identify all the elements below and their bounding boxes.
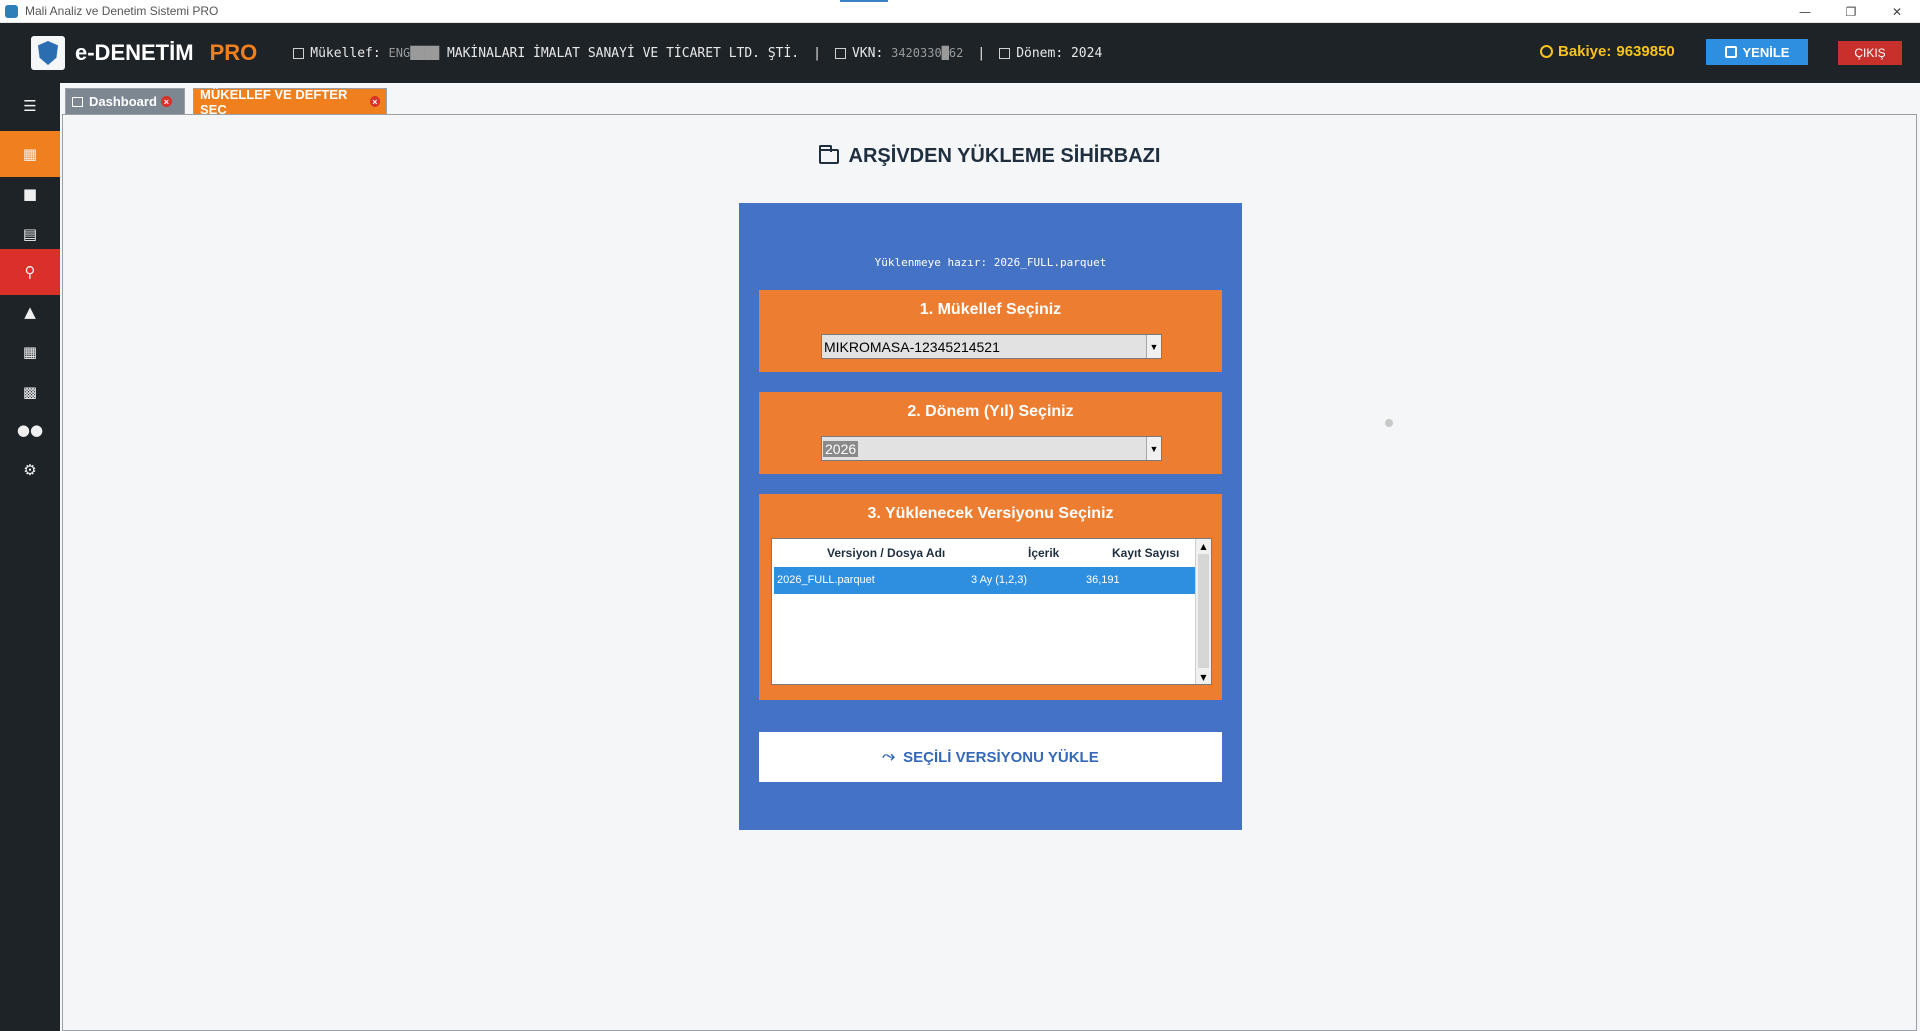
mukellef-redacted: ENG████ [388, 46, 440, 60]
step-versiyon: 3. Yüklenecek Versiyonu Seçiniz Versiyon… [759, 494, 1222, 700]
donem-select[interactable]: 2026 ▼ [821, 436, 1162, 461]
exit-button[interactable]: ÇIKIŞ [1838, 41, 1902, 65]
sidebar-item-settings[interactable]: ⚙ [0, 447, 60, 493]
version-table: Versiyon / Dosya Adı İçerik Kayıt Sayısı… [771, 538, 1212, 685]
step-label: 2. Dönem (Yıl) Seçiniz [907, 403, 1074, 420]
mukellef-name: MAKİNALARI İMALAT SANAYİ VE TİCARET LTD.… [446, 45, 800, 61]
window-controls: — ❐ ✕ [1782, 0, 1920, 23]
table-row[interactable]: 2026_FULL.parquet 3 Ay (1,2,3) 36,191 [774, 567, 1195, 594]
app-icon [5, 4, 18, 18]
calendar-icon [999, 47, 1011, 59]
settings-icon: ⚙ [23, 461, 37, 479]
wizard-panel: Yüklenmeye hazır: 2026_FULL.parquet 1. M… [739, 203, 1242, 830]
scroll-down-icon[interactable]: ▼ [1196, 670, 1211, 684]
header-info: Mükellef: ENG████ MAKİNALARI İMALAT SANA… [293, 46, 1102, 61]
tab-label: Dashboard [89, 94, 157, 109]
users-icon: ●● [16, 421, 44, 439]
search-icon: ⚲ [24, 263, 36, 281]
building-icon [293, 47, 305, 59]
tab-label: MÜKELLEF VE DEFTER SEÇ [200, 86, 348, 117]
step-label: 1. Mükellef Seçiniz [919, 301, 1062, 318]
load-version-button[interactable]: ⤳ SEÇİLİ VERSİYONU YÜKLE [759, 732, 1222, 782]
cell-count: 36,191 [1086, 574, 1120, 586]
load-button-label: SEÇİLİ VERSİYONU YÜKLE [903, 748, 1099, 766]
bank-icon: ▦ [22, 343, 38, 361]
separator: | [813, 45, 821, 61]
mukellef-select[interactable]: MIKROMASA-12345214521 ▼ [821, 334, 1162, 359]
brand-pro: PRO [209, 40, 258, 65]
scroll-thumb[interactable] [1198, 554, 1209, 668]
cell-file: 2026_FULL.parquet [777, 574, 875, 586]
step-label: 3. Yüklenecek Versiyonu Seçiniz [867, 505, 1114, 522]
id-card-icon [834, 47, 846, 59]
chevron-down-icon[interactable]: ▼ [1146, 437, 1161, 460]
balance-label: Bakiye: [1558, 43, 1612, 60]
shield-icon [38, 41, 58, 65]
page-title: ARŞİVDEN YÜKLEME SİHİRBAZI [63, 145, 1916, 168]
close-tab-icon[interactable]: × [369, 96, 380, 107]
chevron-down-icon[interactable]: ▼ [1146, 335, 1161, 358]
logo [31, 36, 65, 70]
window-title: Mali Analiz ve Denetim Sistemi PRO [25, 4, 219, 18]
minimize-icon[interactable]: — [1782, 0, 1828, 23]
ready-status: Yüklenmeye hazır: 2026_FULL.parquet [874, 256, 1107, 269]
loading-indicator [1385, 419, 1393, 427]
step-mukellef: 1. Mükellef Seçiniz MIKROMASA-1234521452… [759, 290, 1222, 372]
donem-value: 2024 [1070, 45, 1103, 61]
home-icon [72, 96, 83, 107]
donem-label: Dönem: [1016, 45, 1064, 61]
brand-name: e-DENETİM [75, 40, 194, 65]
refresh-icon [1724, 46, 1737, 58]
table-scrollbar[interactable]: ▲ ▼ [1195, 539, 1211, 684]
tab-mukellef-defter-sec[interactable]: MÜKELLEF VE DEFTER SEÇ × [193, 86, 387, 117]
close-icon[interactable]: ✕ [1874, 0, 1920, 23]
bolt-icon: ⤳ [882, 748, 896, 765]
vkn-value: 3420330█62 [891, 46, 964, 60]
select-value: 2026 [823, 440, 859, 457]
page-title-text: ARŞİVDEN YÜKLEME SİHİRBAZI [848, 145, 1161, 167]
titlebar-accent [840, 0, 888, 2]
refresh-button[interactable]: YENİLE [1706, 39, 1808, 65]
sidebar: ☰ ▦ ■ ▤ ⚲ ▲ ▦ ▩ ●● ⚙ [0, 83, 60, 1031]
content-panel: ARŞİVDEN YÜKLEME SİHİRBAZI Yüklenmeye ha… [62, 114, 1917, 1031]
select-value: MIKROMASA-12345214521 [824, 338, 1000, 355]
column-header-file[interactable]: Versiyon / Dosya Adı [827, 539, 945, 566]
scroll-up-icon[interactable]: ▲ [1196, 539, 1211, 553]
hamburger-icon[interactable]: ☰ [0, 83, 60, 129]
vkn-label: VKN: [851, 45, 884, 61]
tab-dashboard[interactable]: Dashboard × [65, 88, 185, 114]
separator: | [977, 45, 986, 61]
tab-bar: Dashboard × MÜKELLEF VE DEFTER SEÇ × [60, 83, 1920, 117]
app-header: e-DENETİM PRO Mükellef: ENG████ MAKİNALA… [0, 23, 1920, 83]
close-tab-icon[interactable]: × [160, 96, 172, 107]
cell-content: 3 Ay (1,2,3) [971, 574, 1028, 586]
balance: Bakiye: 9639850 [1540, 43, 1675, 60]
refresh-label: YENİLE [1742, 44, 1790, 60]
column-header-content[interactable]: İçerik [1028, 539, 1059, 566]
coin-icon [1540, 45, 1553, 58]
building-icon: ▦ [22, 145, 38, 163]
briefcase-icon: ■ [22, 185, 38, 203]
balance-value: 9639850 [1616, 43, 1675, 60]
step-donem: 2. Dönem (Yıl) Seçiniz 2026 ▼ [759, 392, 1222, 474]
document-icon: ▤ [22, 225, 38, 243]
files-icon: ▩ [22, 383, 38, 401]
folder-open-icon [818, 145, 839, 164]
chart-icon: ▲ [24, 303, 36, 321]
column-header-count[interactable]: Kayıt Sayısı [1112, 539, 1179, 566]
restore-icon[interactable]: ❐ [1828, 0, 1874, 23]
os-title-bar: Mali Analiz ve Denetim Sistemi PRO — ❐ ✕ [0, 0, 1920, 23]
mukellef-label: Mükellef: [310, 45, 381, 61]
